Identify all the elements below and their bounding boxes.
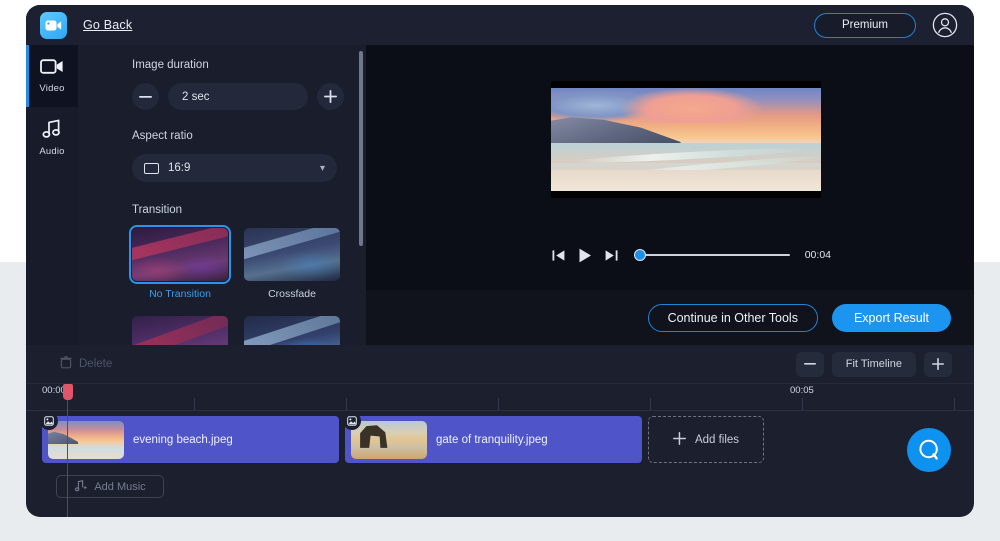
preview-time-label: 00:04: [804, 249, 831, 261]
timeline-zoom-out-button[interactable]: [795, 351, 824, 377]
transition-option-4[interactable]: [244, 316, 340, 345]
transition-grid: No Transition Crossfade: [129, 225, 347, 345]
ruler-label-1: 00:05: [790, 385, 814, 396]
transition-thumbnail: [244, 316, 340, 345]
premium-button[interactable]: Premium: [814, 12, 916, 38]
add-files-label: Add files: [694, 433, 740, 446]
video-camera-logo-icon[interactable]: [40, 11, 67, 39]
transition-option-3[interactable]: [132, 316, 228, 345]
seek-track: [634, 253, 790, 257]
video-preview[interactable]: [551, 81, 821, 198]
transition-option-crossfade[interactable]: Crossfade: [244, 228, 340, 300]
sidebar-item-video-label: Video: [39, 83, 65, 94]
clip-name-1: evening beach.jpeg: [133, 433, 233, 446]
add-music-button[interactable]: Add Music: [56, 475, 164, 498]
left-rail: Video Audio: [26, 45, 78, 345]
action-bar: Continue in Other Tools Export Result: [366, 290, 974, 345]
transition-option-no-transition[interactable]: No Transition: [129, 225, 231, 300]
aspect-ratio-label: Aspect ratio: [132, 130, 193, 142]
transition-option-label: Crossfade: [268, 288, 316, 300]
transition-option-label: No Transition: [149, 288, 211, 300]
continue-in-other-tools-button[interactable]: Continue in Other Tools: [647, 303, 818, 332]
sidebar-item-audio[interactable]: Audio: [26, 107, 78, 169]
image-duration-stepper: 2 sec: [132, 83, 350, 110]
skip-next-icon[interactable]: [604, 248, 619, 263]
add-music-label: Add Music: [94, 480, 146, 493]
clip-thumbnail: [48, 420, 124, 459]
seek-bar[interactable]: [634, 248, 790, 262]
timeline-toolbar: Delete Fit Timeline: [26, 345, 974, 384]
duration-increase-button[interactable]: [317, 83, 344, 110]
delete-button[interactable]: Delete: [48, 351, 124, 377]
timeline-zoom-group: Fit Timeline: [795, 351, 952, 377]
settings-panel: Image duration 2 sec Aspect ratio 16:9 ▾…: [78, 45, 366, 345]
clip-row: evening beach.jpeg gate of tranquility.j…: [40, 412, 764, 463]
sidebar-item-audio-label: Audio: [39, 146, 65, 157]
timeline-zoom-in-button[interactable]: [924, 351, 952, 377]
clip-name-2: gate of tranquility.jpeg: [436, 433, 548, 446]
player-controls: 00:04: [551, 243, 831, 267]
header-right-group: Premium: [814, 10, 960, 40]
plus-icon: [672, 431, 686, 448]
timeline-clip-2[interactable]: gate of tranquility.jpeg: [343, 412, 642, 463]
preview-area: 00:04: [366, 45, 974, 290]
user-avatar-icon[interactable]: [930, 10, 960, 40]
skip-previous-icon[interactable]: [551, 248, 566, 263]
clip-thumbnail: [351, 420, 427, 459]
timeline-playhead[interactable]: [62, 384, 73, 517]
export-result-button[interactable]: Export Result: [831, 303, 951, 332]
transition-thumbnail: [129, 225, 231, 284]
video-camera-icon: [40, 58, 64, 78]
app-root: Go Back Premium Video Audio Image durati…: [0, 0, 1000, 541]
go-back-link[interactable]: Go Back: [83, 18, 132, 32]
delete-button-label: Delete: [79, 358, 113, 370]
music-add-icon: [74, 479, 88, 495]
panel-scrollbar[interactable]: [359, 51, 363, 246]
image-icon: [40, 412, 58, 430]
aspect-ratio-select[interactable]: 16:9 ▾: [132, 154, 337, 182]
transition-thumbnail: [132, 316, 228, 345]
trash-icon: [60, 356, 72, 372]
timeline-tracks: evening beach.jpeg gate of tranquility.j…: [26, 411, 974, 517]
transition-label: Transition: [132, 204, 183, 216]
frame-icon: [144, 162, 159, 174]
music-note-icon: [42, 119, 62, 141]
chevron-down-icon: ▾: [319, 162, 325, 174]
transition-thumbnail: [244, 228, 340, 281]
duration-value-input[interactable]: 2 sec: [168, 83, 308, 110]
duration-decrease-button[interactable]: [132, 83, 159, 110]
image-duration-label: Image duration: [132, 59, 209, 71]
timeline-ruler[interactable]: 00:00 00:05: [26, 384, 974, 411]
playhead-handle[interactable]: [62, 384, 73, 400]
image-icon: [343, 412, 361, 430]
seek-handle[interactable]: [634, 249, 646, 261]
sidebar-item-video[interactable]: Video: [26, 45, 78, 107]
play-icon[interactable]: [577, 247, 593, 264]
app-header: Go Back Premium: [26, 5, 974, 45]
add-files-button[interactable]: Add files: [648, 416, 764, 463]
fit-timeline-button[interactable]: Fit Timeline: [831, 351, 916, 377]
editor-window: Go Back Premium Video Audio Image durati…: [26, 5, 974, 345]
timeline-window: Delete Fit Timeline 00:00 00:05 evening …: [26, 345, 974, 517]
timeline-clip-1[interactable]: evening beach.jpeg: [40, 412, 339, 463]
chat-bubble-icon[interactable]: [907, 428, 951, 472]
aspect-ratio-value: 16:9: [168, 162, 191, 174]
preview-frame-image: [551, 88, 821, 191]
